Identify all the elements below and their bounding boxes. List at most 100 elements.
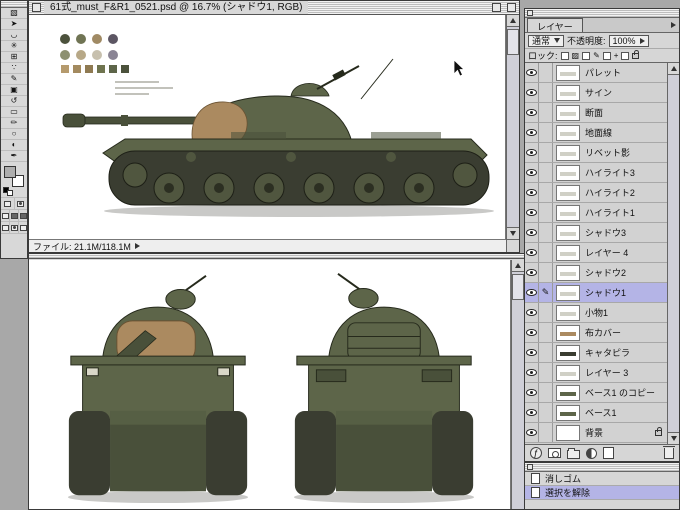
visibility-toggle[interactable] (525, 283, 539, 302)
indicator-cell[interactable] (539, 403, 553, 422)
layer-row-highlight3[interactable]: ハイライト3 (525, 163, 667, 183)
scroll-down-button[interactable] (507, 227, 519, 239)
visibility-toggle[interactable] (525, 363, 539, 382)
blend-mode-select[interactable]: 通常 (528, 34, 565, 47)
tool-pen[interactable]: ✒ (1, 151, 27, 162)
layer-row-layer3[interactable]: レイヤー 3 (525, 363, 667, 383)
layer-name[interactable]: パレット (583, 66, 667, 79)
tool-eraser[interactable]: ▭ (1, 107, 27, 118)
layer-row-shadow2[interactable]: シャドウ2 (525, 263, 667, 283)
layer-name[interactable]: 断面 (583, 106, 667, 119)
tool-pencil[interactable]: ✏ (1, 118, 27, 129)
indicator-cell[interactable] (539, 243, 553, 262)
layers-drag-bar[interactable] (525, 9, 679, 18)
foreground-color-swatch[interactable] (4, 166, 16, 178)
document2-title-bar-sliver[interactable] (29, 254, 524, 259)
visibility-toggle[interactable] (525, 243, 539, 262)
history-item-deselect-selected[interactable]: 選択を解除 (525, 486, 679, 500)
layer-row-groundline[interactable]: 地面線 (525, 123, 667, 143)
palette-menu-button[interactable] (671, 22, 676, 28)
visibility-toggle[interactable] (525, 383, 539, 402)
visibility-toggle[interactable] (525, 103, 539, 122)
visibility-toggle[interactable] (525, 63, 539, 82)
vertical-scrollbar-2[interactable] (511, 260, 524, 509)
layer-name[interactable]: レイヤー 3 (583, 366, 667, 379)
layer-row-tracks[interactable]: キャタピラ (525, 343, 667, 363)
lock-position-checkbox[interactable] (602, 51, 611, 60)
close-box[interactable] (32, 3, 41, 12)
tool-move[interactable]: ➤ (1, 19, 27, 30)
layer-row-cloth-cover[interactable]: 布カバー (525, 323, 667, 343)
tool-blur[interactable]: ○ (1, 129, 27, 140)
indicator-cell[interactable] (539, 83, 553, 102)
lock-all-checkbox[interactable] (621, 51, 630, 60)
visibility-toggle[interactable] (525, 263, 539, 282)
layer-name[interactable]: 小物1 (583, 306, 667, 319)
standard-screen-button[interactable] (1, 210, 10, 221)
indicator-cell[interactable] (539, 263, 553, 282)
indicator-cell[interactable] (539, 363, 553, 382)
layer-scroll-up[interactable] (668, 63, 679, 75)
visibility-toggle[interactable] (525, 223, 539, 242)
visibility-toggle[interactable] (525, 403, 539, 422)
indicator-cell[interactable] (539, 183, 553, 202)
layer-name[interactable]: 布カバー (583, 326, 667, 339)
tool-dodge[interactable]: ◐ (1, 140, 27, 151)
history-drag-bar[interactable] (525, 463, 679, 472)
lock-transparency-checkbox[interactable] (560, 51, 569, 60)
layer-name[interactable]: リベット影 (583, 146, 667, 159)
layer-name[interactable]: レイヤー 4 (583, 246, 667, 259)
indicator-cell[interactable] (539, 143, 553, 162)
layer-row-rivet-shadow[interactable]: リベット影 (525, 143, 667, 163)
standard-mode-button[interactable] (1, 198, 15, 209)
indicator-cell[interactable] (539, 203, 553, 222)
indicator-cell[interactable] (539, 383, 553, 402)
toolbox-drag-bar[interactable] (1, 1, 27, 8)
tool-clone-stamp[interactable]: ▣ (1, 85, 27, 96)
indicator-cell[interactable] (539, 163, 553, 182)
layer-name[interactable]: サイン (583, 86, 667, 99)
tool-crop[interactable]: ⊞ (1, 52, 27, 63)
scroll-thumb[interactable] (507, 29, 519, 55)
visibility-toggle[interactable] (525, 163, 539, 182)
scroll-up-button[interactable] (507, 15, 519, 27)
indicator-cell[interactable] (539, 423, 553, 442)
new-layer-button[interactable] (603, 447, 614, 459)
layer-row-shadow1-selected[interactable]: ✎ シャドウ1 (525, 283, 667, 303)
layer-name[interactable]: ハイライト1 (583, 206, 667, 219)
tool-airbrush[interactable]: ∵ (1, 63, 27, 74)
add-mask-button[interactable] (548, 448, 561, 458)
layer-name[interactable]: 地面線 (583, 126, 667, 139)
tab-layers[interactable]: レイヤー (527, 18, 583, 32)
layer-name[interactable]: シャドウ2 (583, 266, 667, 279)
visibility-toggle[interactable] (525, 83, 539, 102)
layer-name[interactable]: シャドウ1 (583, 286, 667, 299)
visibility-toggle[interactable] (525, 203, 539, 222)
layer-name[interactable]: キャタピラ (583, 346, 667, 359)
delete-layer-button[interactable] (663, 445, 675, 459)
layer-row-shadow3[interactable]: シャドウ3 (525, 223, 667, 243)
zoom-box[interactable] (492, 3, 501, 12)
scroll-thumb-2[interactable] (512, 274, 524, 300)
lock-image-checkbox[interactable] (582, 51, 591, 60)
layer-row-small-items[interactable]: 小物1 (525, 303, 667, 323)
layer-name[interactable]: ハイライト2 (583, 186, 667, 199)
layer-style-button[interactable]: ƒ (530, 447, 542, 459)
layer-scroll-down[interactable] (668, 432, 679, 444)
jump-to-button-3[interactable] (19, 222, 27, 233)
visibility-toggle[interactable] (525, 323, 539, 342)
status-popup-arrow[interactable] (134, 243, 140, 249)
layer-row-palette[interactable]: パレット (525, 63, 667, 83)
layer-name[interactable]: シャドウ3 (583, 226, 667, 239)
new-set-button[interactable] (567, 447, 580, 459)
layer-name[interactable]: ベース1 (583, 406, 667, 419)
layers-close-box[interactable] (527, 10, 533, 16)
visibility-toggle[interactable] (525, 303, 539, 322)
layer-name[interactable]: 背景 (583, 426, 655, 439)
indicator-cell[interactable] (539, 323, 553, 342)
opacity-field[interactable]: 100% (608, 34, 649, 47)
indicator-cell[interactable] (539, 63, 553, 82)
indicator-cell[interactable] (539, 103, 553, 122)
history-close-box[interactable] (527, 464, 533, 470)
layer-row-background[interactable]: 背景 (525, 423, 667, 443)
